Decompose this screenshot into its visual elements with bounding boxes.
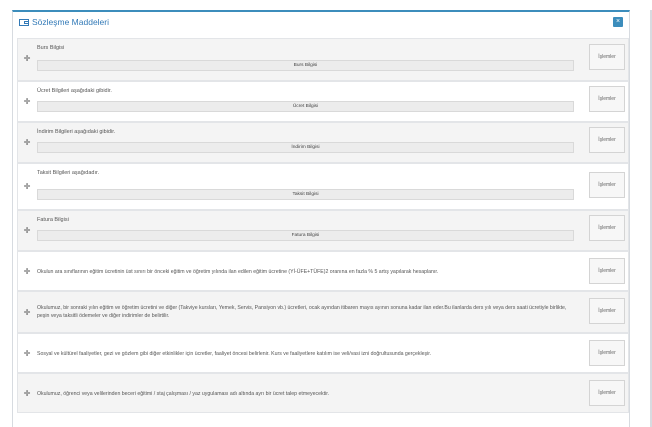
actions-button[interactable]: İşlemler	[589, 298, 625, 324]
item-text: Sosyal ve kültürel faaliyetler, gezi ve …	[37, 351, 432, 357]
list-item: Fatura Bilgisi Fatura Bilgisi İşlemler	[17, 210, 629, 251]
drag-handle-icon[interactable]	[23, 390, 31, 398]
table-icon	[19, 18, 29, 26]
drag-handle-icon[interactable]	[23, 98, 31, 106]
drag-handle-icon[interactable]	[23, 227, 31, 235]
list-item: Taksit Bilgileri aşağıdadır. Taksit Bilg…	[17, 163, 629, 210]
actions-button[interactable]: İşlemler	[589, 258, 625, 284]
drag-handle-icon[interactable]	[23, 55, 31, 63]
item-label: Fatura Bilgisi	[37, 217, 69, 223]
item-field[interactable]: Fatura Bilgisi	[37, 230, 574, 241]
list-item: Okulumuz, öğrenci veya velilerinden bece…	[17, 373, 629, 413]
list-item: Okulumuz, bir sonraki yılın eğitim ve öğ…	[17, 291, 629, 333]
list-item: Ücret Bilgileri aşağıdaki gibidir. Ücret…	[17, 81, 629, 122]
actions-button[interactable]: İşlemler	[589, 215, 625, 241]
item-text: Okulun ara sınıflarının eğitim ücretinin…	[37, 269, 439, 275]
actions-button[interactable]: İşlemler	[589, 127, 625, 153]
actions-button[interactable]: İşlemler	[589, 172, 625, 198]
panel-title: Sözleşme Maddeleri	[19, 17, 109, 27]
panel-title-text: Sözleşme Maddeleri	[32, 17, 110, 27]
item-field[interactable]: Taksit Bilgisi	[37, 189, 574, 200]
list-item: Okulun ara sınıflarının eğitim ücretinin…	[17, 251, 629, 291]
item-label: İndirim Bilgileri aşağıdaki gibidir.	[37, 129, 116, 135]
item-label: Burs Bilgisi	[37, 45, 65, 51]
contract-items-list: Burs Bilgisi Burs Bilgisi İşlemler Ücret…	[17, 38, 629, 413]
item-text: Okulumuz, bir sonraki yılın eğitim ve öğ…	[37, 305, 567, 319]
drag-handle-icon[interactable]	[23, 183, 31, 191]
item-text: Okulumuz, öğrenci veya velilerinden bece…	[37, 391, 330, 397]
drag-handle-icon[interactable]	[23, 268, 31, 276]
drag-handle-icon[interactable]	[23, 350, 31, 358]
item-label: Taksit Bilgileri aşağıdadır.	[37, 170, 100, 176]
actions-button[interactable]: İşlemler	[589, 380, 625, 406]
panel-header: Sözleşme Maddeleri ×	[13, 12, 629, 34]
list-item: Burs Bilgisi Burs Bilgisi İşlemler	[17, 38, 629, 81]
item-label: Ücret Bilgileri aşağıdaki gibidir.	[37, 88, 112, 94]
actions-button[interactable]: İşlemler	[589, 44, 625, 70]
contract-items-panel: Sözleşme Maddeleri × Burs Bilgisi Burs B…	[12, 10, 630, 427]
close-button[interactable]: ×	[613, 17, 623, 27]
item-field[interactable]: İndirim Bilgisi	[37, 142, 574, 153]
list-item: Sosyal ve kültürel faaliyetler, gezi ve …	[17, 333, 629, 373]
actions-button[interactable]: İşlemler	[589, 86, 625, 112]
list-item: İndirim Bilgileri aşağıdaki gibidir. İnd…	[17, 122, 629, 163]
actions-button[interactable]: İşlemler	[589, 340, 625, 366]
item-field[interactable]: Ücret Bilgisi	[37, 101, 574, 112]
drag-handle-icon[interactable]	[23, 139, 31, 147]
item-field[interactable]: Burs Bilgisi	[37, 60, 574, 71]
drag-handle-icon[interactable]	[23, 309, 31, 317]
